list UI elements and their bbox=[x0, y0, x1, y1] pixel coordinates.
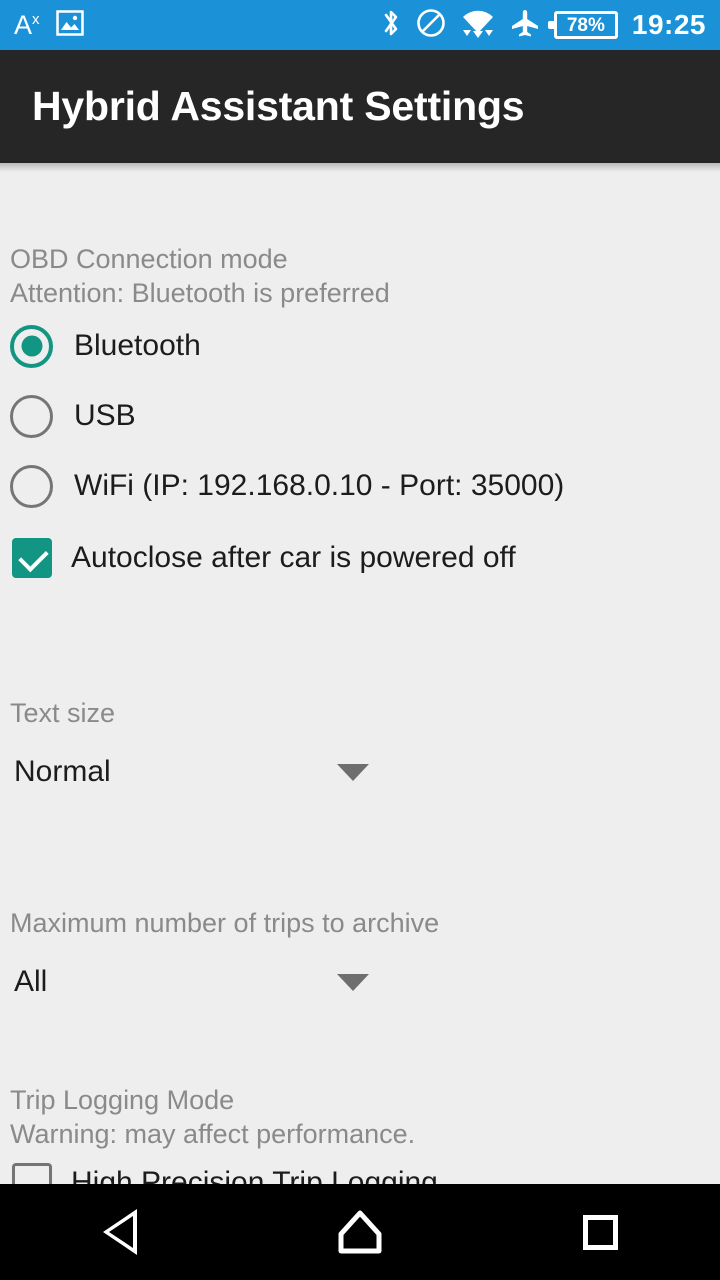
chevron-down-icon[interactable] bbox=[337, 763, 369, 781]
max-trips-spinner[interactable]: All bbox=[0, 958, 369, 1006]
radio-option-wifi[interactable]: WiFi (IP: 192.168.0.10 - Port: 35000) bbox=[0, 462, 564, 510]
settings-content: OBD Connection mode Attention: Bluetooth… bbox=[0, 163, 720, 1184]
radio-wifi-label: WiFi (IP: 192.168.0.10 - Port: 35000) bbox=[74, 469, 565, 502]
max-trips-section: Maximum number of trips to archive bbox=[0, 906, 720, 940]
status-bar-clock: 19:25 bbox=[631, 9, 706, 40]
obd-connection-section: OBD Connection mode Attention: Bluetooth… bbox=[0, 242, 720, 310]
recents-square-icon bbox=[582, 1214, 618, 1250]
obd-section-subtitle: Attention: Bluetooth is preferred bbox=[10, 278, 390, 308]
text-size-spinner[interactable]: Normal bbox=[0, 748, 369, 796]
radio-wifi-icon[interactable] bbox=[10, 464, 53, 508]
radio-bluetooth-label: Bluetooth bbox=[74, 329, 201, 362]
status-bar: Ax 78% 19:25 bbox=[0, 0, 720, 50]
chevron-down-icon[interactable] bbox=[337, 973, 369, 991]
bluetooth-icon bbox=[380, 7, 402, 44]
do-not-disturb-icon bbox=[416, 8, 446, 43]
max-trips-value: All bbox=[14, 965, 48, 998]
status-bar-right-icons: 78% 19:25 bbox=[380, 7, 706, 44]
app-title-bar: Hybrid Assistant Settings bbox=[0, 50, 720, 163]
radio-option-usb[interactable]: USB bbox=[0, 392, 136, 440]
checkbox-high-precision-label: High Precision Trip Logging bbox=[71, 1166, 438, 1184]
home-button[interactable] bbox=[300, 1184, 420, 1280]
page-title: Hybrid Assistant Settings bbox=[32, 83, 525, 129]
wifi-icon bbox=[460, 7, 496, 44]
screenshot-image-icon bbox=[55, 9, 84, 41]
battery-indicator: 78% bbox=[547, 11, 618, 39]
trip-logging-title: Trip Logging Mode bbox=[10, 1085, 235, 1115]
system-navigation-bar bbox=[0, 1184, 720, 1280]
text-size-icon: Ax bbox=[14, 9, 40, 40]
back-triangle-icon bbox=[103, 1209, 137, 1255]
checkbox-high-precision-icon[interactable] bbox=[12, 1163, 52, 1184]
checkbox-high-precision-trip-logging[interactable]: High Precision Trip Logging bbox=[0, 1161, 438, 1184]
radio-bluetooth-icon[interactable] bbox=[10, 324, 53, 368]
checkbox-autoclose[interactable]: Autoclose after car is powered off bbox=[0, 536, 516, 580]
phone-screen: Ax 78% 19:25 Hybrid Assistant Settings O… bbox=[0, 0, 720, 1280]
radio-option-bluetooth[interactable]: Bluetooth bbox=[0, 322, 201, 370]
battery-percent: 78% bbox=[566, 14, 605, 36]
trip-logging-section: Trip Logging Mode Warning: may affect pe… bbox=[0, 1083, 720, 1151]
trip-logging-subtitle: Warning: may affect performance. bbox=[10, 1119, 416, 1149]
radio-usb-icon[interactable] bbox=[10, 394, 53, 438]
status-bar-left-icons: Ax bbox=[14, 9, 84, 41]
text-size-value: Normal bbox=[14, 755, 111, 788]
text-size-section: Text size bbox=[0, 696, 720, 730]
radio-usb-label: USB bbox=[74, 399, 136, 432]
recents-button[interactable] bbox=[540, 1184, 660, 1280]
max-trips-label: Maximum number of trips to archive bbox=[10, 908, 440, 938]
checkbox-autoclose-icon[interactable] bbox=[12, 538, 52, 578]
checkbox-autoclose-label: Autoclose after car is powered off bbox=[71, 541, 516, 574]
airplane-mode-icon bbox=[510, 8, 540, 43]
back-button[interactable] bbox=[60, 1184, 180, 1280]
obd-section-title: OBD Connection mode bbox=[10, 244, 288, 274]
text-size-label: Text size bbox=[10, 698, 116, 728]
home-icon bbox=[338, 1210, 382, 1254]
